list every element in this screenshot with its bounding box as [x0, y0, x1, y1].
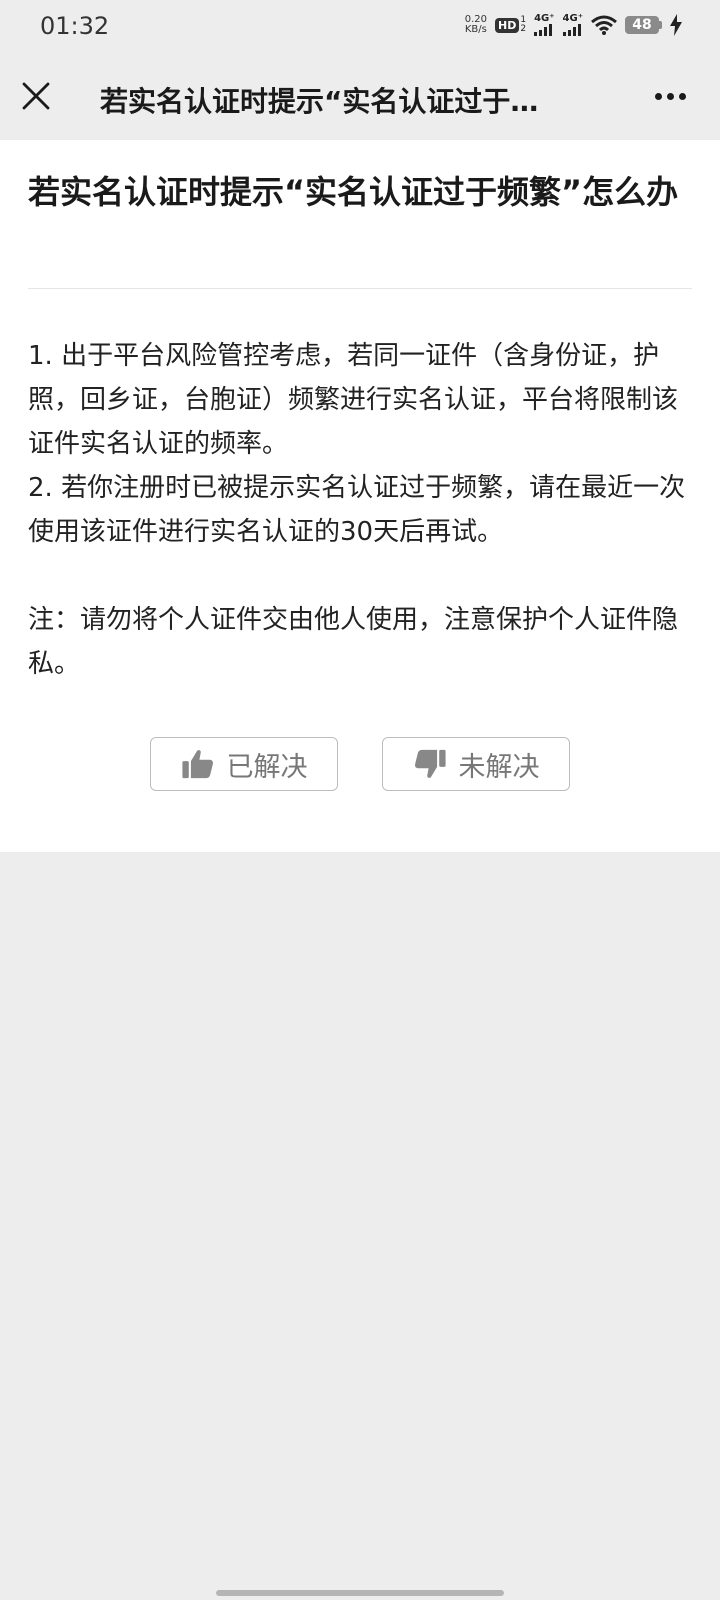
signal-label-sim2: 4G⁺: [562, 13, 583, 24]
unresolved-button[interactable]: 未解决: [382, 737, 570, 791]
battery-level: 48: [625, 16, 659, 34]
thumbs-up-icon: [181, 750, 213, 779]
more-icon-dot: [666, 92, 674, 100]
close-icon: [22, 82, 50, 110]
close-button[interactable]: [18, 78, 54, 114]
hd-indicator: HD 1 2: [495, 16, 526, 34]
more-options-button[interactable]: [648, 78, 692, 114]
network-speed-unit: KB/s: [464, 24, 487, 35]
signal-bars-icon: [562, 24, 581, 36]
thumbs-down-icon: [414, 749, 446, 778]
charging-icon: [670, 14, 682, 36]
article-card: 若实名认证时提示“实名认证过于频繁”怎么办 1. 出于平台风险管控考虑，若同一证…: [0, 140, 720, 852]
unresolved-label: 未解决: [458, 751, 540, 783]
wifi-icon: [591, 15, 617, 35]
more-icon-dot: [654, 92, 662, 100]
article-title: 若实名认证时提示“实名认证过于频繁”怎么办: [28, 173, 679, 211]
signal-bars-icon: [534, 24, 553, 36]
hd-sim-numbers: 1 2: [520, 16, 526, 34]
more-icon-dot: [678, 92, 686, 100]
signal-icon-sim1: 4G⁺: [534, 13, 555, 36]
home-indicator[interactable]: [216, 1590, 504, 1596]
article-paragraph-1: 1. 出于平台风险管控考虑，若同一证件（含身份证，护照，回乡证，台胞证）频繁进行…: [28, 341, 679, 459]
nav-bar: 若实名认证时提示“实名认证过于…: [0, 56, 720, 140]
hd-icon: HD: [495, 17, 520, 33]
status-time: 01:32: [40, 12, 110, 40]
network-speed: 0.20 KB/s: [465, 15, 487, 35]
feedback-buttons: 已解决 未解决: [0, 737, 720, 791]
page-title: 若实名认证时提示“实名认证过于…: [100, 85, 539, 118]
article-paragraph-2: 2. 若你注册时已被提示实名认证过于频繁，请在最近一次使用该证件进行实名认证的3…: [28, 473, 686, 547]
divider: [28, 288, 692, 289]
hd-sim-bottom: 2: [520, 24, 527, 34]
battery-icon: 48: [625, 16, 662, 34]
resolved-button[interactable]: 已解决: [150, 737, 338, 791]
status-bar: 01:32 0.20 KB/s HD 1 2 4G⁺ 4G⁺ 48: [0, 0, 720, 56]
signal-icon-sim2: 4G⁺: [562, 13, 583, 36]
article-body: 1. 出于平台风险管控考虑，若同一证件（含身份证，护照，回乡证，台胞证）频繁进行…: [28, 334, 698, 686]
article-note: 注：请勿将个人证件交由他人使用，注意保护个人证件隐私。: [28, 605, 679, 679]
status-icons: 0.20 KB/s HD 1 2 4G⁺ 4G⁺ 48: [465, 14, 682, 36]
resolved-label: 已解决: [226, 751, 308, 783]
signal-label-sim1: 4G⁺: [534, 13, 555, 24]
